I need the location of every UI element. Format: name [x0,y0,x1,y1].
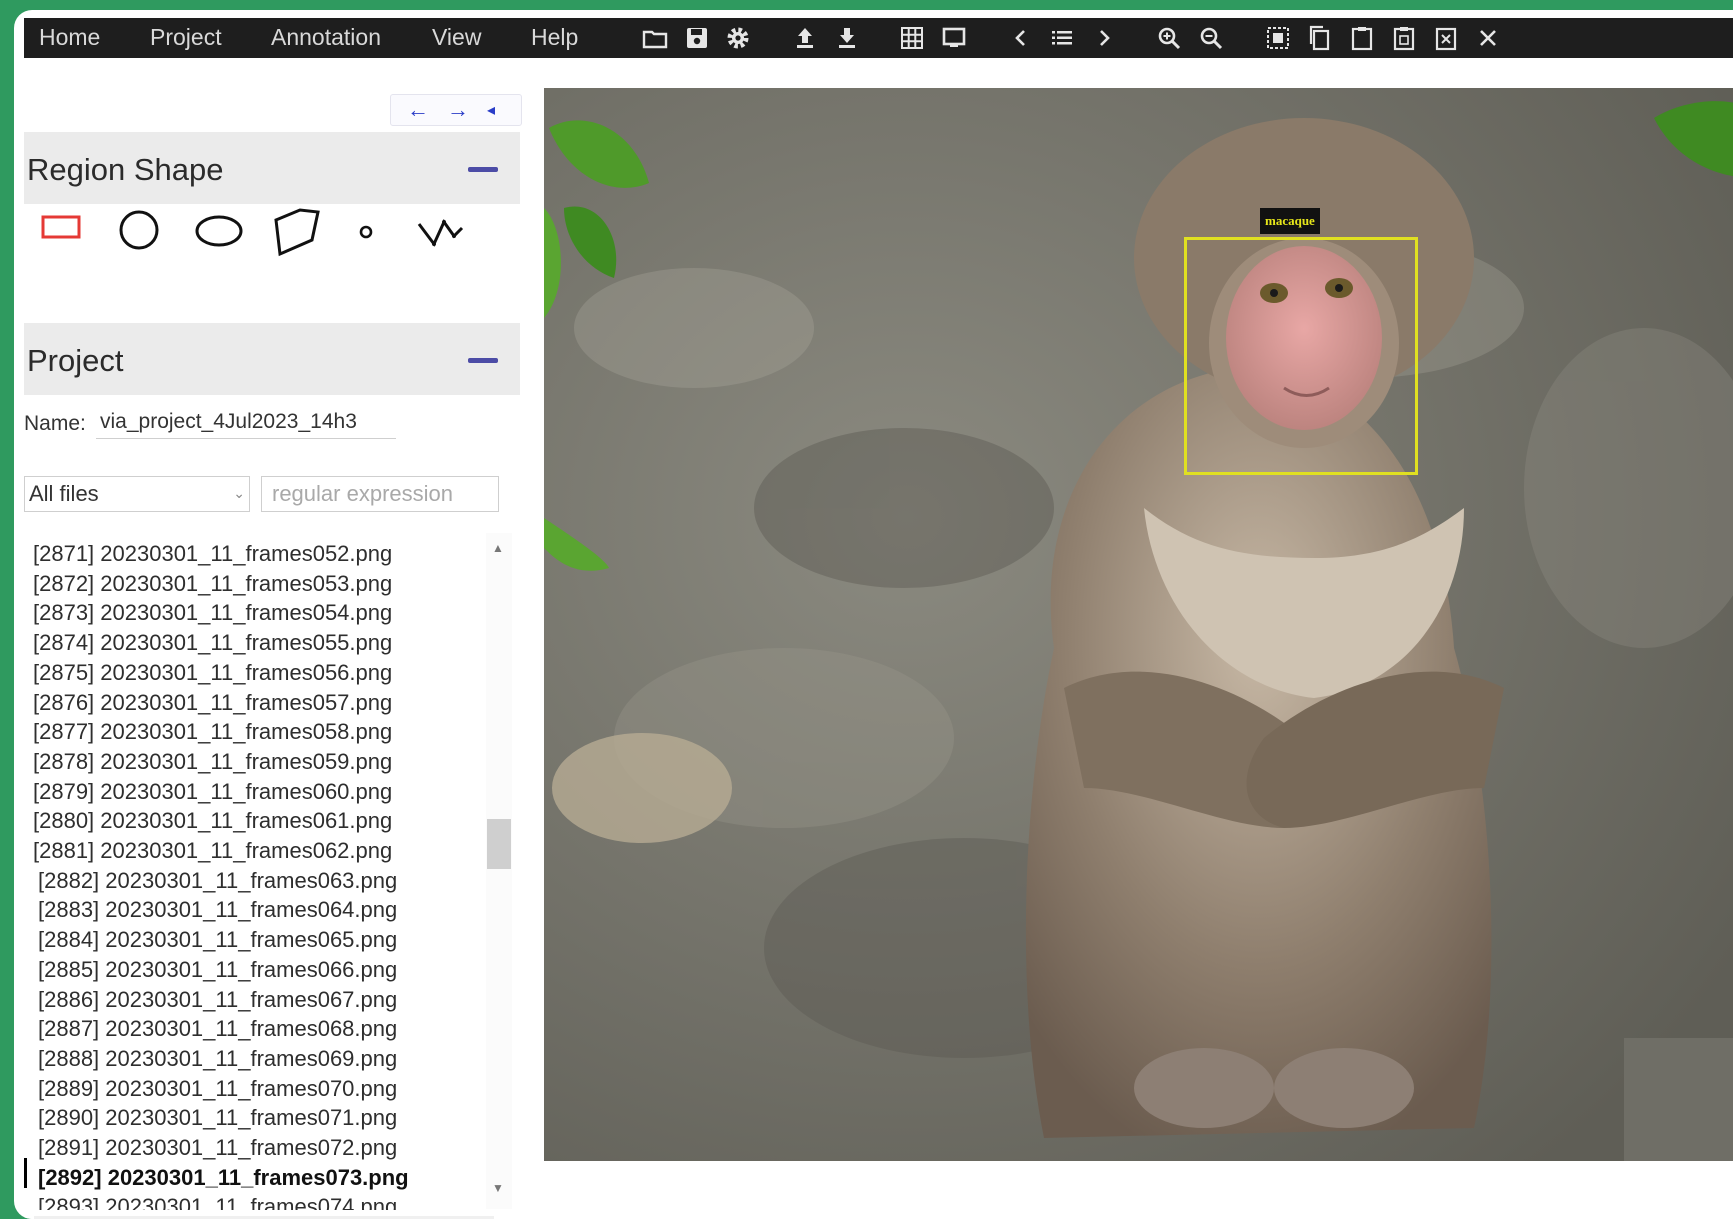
project-header[interactable]: Project [24,323,520,395]
file-list-item[interactable]: [2888] 20230301_11_frames069.png [38,1046,397,1072]
ellipse-shape-icon[interactable] [194,214,244,248]
file-list-item[interactable]: [2873] 20230301_11_frames054.png [33,600,392,626]
chevron-down-icon: ⌄ [233,485,245,501]
regex-filter-input[interactable] [261,476,499,512]
region-shape-header[interactable]: Region Shape [24,132,520,204]
file-list-item[interactable]: [2871] 20230301_11_frames052.png [33,541,392,567]
file-list-item[interactable]: [2893] 20230301_11_frames074.png [38,1194,397,1210]
file-list-item[interactable]: [2872] 20230301_11_frames053.png [33,571,392,597]
file-list-item[interactable]: [2885] 20230301_11_frames066.png [38,957,397,983]
chevron-right-icon[interactable] [1090,24,1118,52]
region-label-tag[interactable]: macaque [1260,208,1320,234]
grid-icon[interactable] [898,24,926,52]
file-list-item[interactable]: [2881] 20230301_11_frames062.png [33,838,392,864]
file-list: [2871] 20230301_11_frames052.png [2872] 2… [24,533,502,1210]
file-list-item[interactable]: [2874] 20230301_11_frames055.png [33,630,392,656]
circle-shape-icon[interactable] [118,209,160,251]
save-icon[interactable] [683,24,711,52]
file-list-item[interactable]: [2887] 20230301_11_frames068.png [38,1016,397,1042]
paste-region-icon[interactable] [1348,24,1376,52]
list-icon[interactable] [1048,24,1076,52]
file-list-item[interactable]: [2879] 20230301_11_frames060.png [33,779,392,805]
file-list-scrollbar[interactable]: ▲ ▼ [486,533,512,1209]
file-list-item[interactable]: [2890] 20230301_11_frames071.png [38,1105,397,1131]
point-shape-icon[interactable] [357,223,375,241]
menu-home[interactable]: Home [39,24,100,51]
project-name-label: Name: [24,412,86,435]
file-list-item[interactable]: [2878] 20230301_11_frames059.png [33,749,392,775]
collapse-panel-button[interactable]: ◂ [487,100,495,120]
file-list-item[interactable]: [2889] 20230301_11_frames070.png [38,1076,397,1102]
app-window: Home Project Annotation View Help ← → ◂ … [14,10,1733,1219]
current-file-marker [24,1158,27,1188]
download-icon[interactable] [833,24,861,52]
close-icon[interactable] [1474,24,1502,52]
delete-region-icon[interactable] [1432,24,1460,52]
rectangle-shape-icon[interactable] [40,213,82,241]
menu-annotation[interactable]: Annotation [271,24,381,51]
scrollbar-thumb[interactable] [487,819,511,869]
menu-help[interactable]: Help [531,24,578,51]
chevron-left-icon[interactable] [1007,24,1035,52]
file-list-item[interactable]: [2882] 20230301_11_frames063.png [38,868,397,894]
file-filter-select[interactable]: All files ⌄ [24,476,250,512]
prev-image-button[interactable]: ← [407,97,429,123]
file-filter-selected: All files [29,481,99,506]
zoom-in-icon[interactable] [1155,24,1183,52]
copy-region-icon[interactable] [1306,24,1334,52]
project-name-field[interactable] [96,406,396,439]
file-list-item[interactable]: [2884] 20230301_11_frames065.png [38,927,397,953]
polyline-shape-icon[interactable] [416,214,466,250]
project-collapse-button[interactable] [468,358,498,363]
menu-project[interactable]: Project [150,24,222,51]
file-list-item-active[interactable]: [2892] 20230301_11_frames073.png [38,1165,409,1191]
image-canvas[interactable]: macaque [544,88,1733,1161]
region-shape-collapse-button[interactable] [468,167,498,172]
region-shape-title: Region Shape [27,152,224,187]
upload-icon[interactable] [791,24,819,52]
polygon-shape-icon[interactable] [272,206,324,258]
select-all-regions-icon[interactable] [1264,24,1292,52]
file-list-item[interactable]: [2891] 20230301_11_frames072.png [38,1135,397,1161]
top-menubar: Home Project Annotation View Help [24,18,1733,58]
annotation-bounding-box[interactable] [1184,237,1418,475]
file-list-item[interactable]: [2876] 20230301_11_frames057.png [33,690,392,716]
macaque-photo [544,88,1733,1161]
next-image-button[interactable]: → [447,97,469,123]
folder-open-icon[interactable] [641,24,669,52]
file-list-item[interactable]: [2877] 20230301_11_frames058.png [33,719,392,745]
left-sidebar: ← → ◂ Region Shape Project Name: via_pro… [24,66,522,1219]
file-list-item[interactable]: [2875] 20230301_11_frames056.png [33,660,392,686]
scroll-up-icon[interactable]: ▲ [492,541,504,555]
paste-all-regions-icon[interactable] [1390,24,1418,52]
menu-view[interactable]: View [432,24,481,51]
zoom-out-icon[interactable] [1197,24,1225,52]
panel-nav: ← → ◂ [390,94,522,126]
single-view-icon[interactable] [940,24,968,52]
file-list-item[interactable]: [2880] 20230301_11_frames061.png [33,808,392,834]
file-list-item[interactable]: [2886] 20230301_11_frames067.png [38,987,397,1013]
scroll-down-icon[interactable]: ▼ [492,1181,504,1195]
gear-icon[interactable] [724,24,752,52]
project-title: Project [27,343,124,378]
file-list-item[interactable]: [2883] 20230301_11_frames064.png [38,897,397,923]
